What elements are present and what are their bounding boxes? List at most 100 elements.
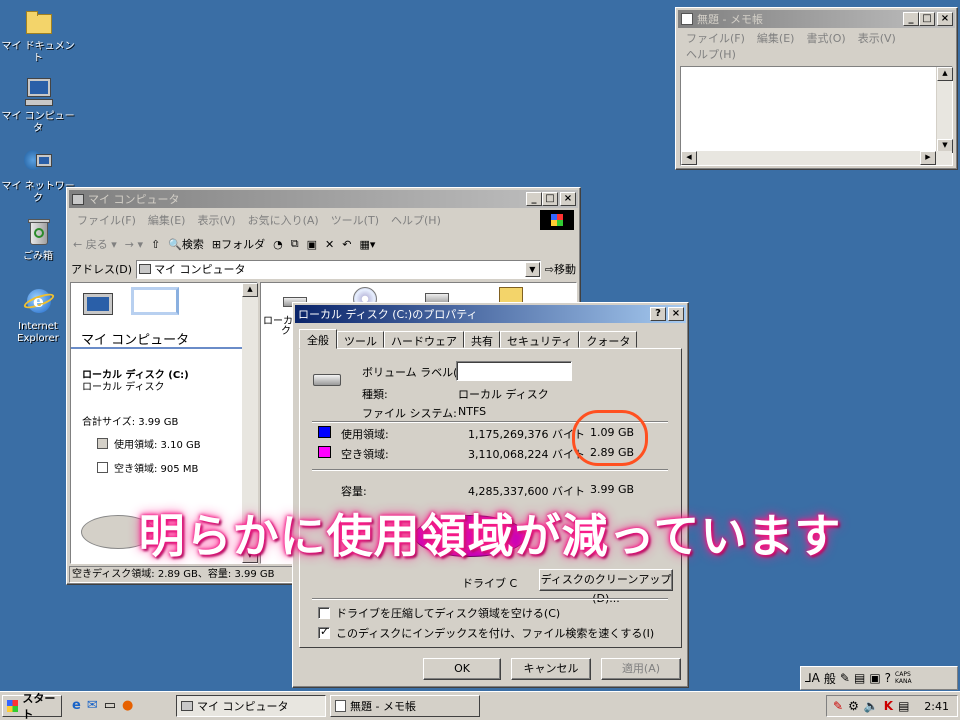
menu-edit[interactable]: 編集(E) [751, 31, 801, 47]
ime-tool-icon[interactable]: ✎ [840, 671, 850, 685]
menu-view[interactable]: 表示(V) [852, 31, 902, 47]
show-desktop-icon[interactable]: ▭ [104, 698, 116, 713]
notepad-window[interactable]: 無題 - メモ帳 _ □ × ファイル(F) 編集(E) 書式(O) 表示(V)… [675, 7, 958, 170]
tab-security[interactable]: セキュリティ [500, 331, 580, 348]
network-tray-icon[interactable]: ⚙ [848, 699, 859, 713]
clock[interactable]: 2:41 [924, 700, 957, 713]
antivirus-icon[interactable]: K [884, 699, 893, 713]
copy-to-icon[interactable]: ▣ [307, 238, 317, 251]
close-button[interactable]: × [668, 307, 684, 321]
outlook-icon[interactable]: ✉ [87, 698, 98, 713]
minimize-button[interactable]: _ [526, 192, 542, 206]
close-button[interactable]: × [937, 12, 953, 26]
help-button[interactable]: ? [650, 307, 666, 321]
used-space-row: 使用領域: 3.10 GB [97, 436, 201, 451]
free-space-swatch [318, 446, 331, 458]
display-icon[interactable]: ▤ [898, 699, 909, 713]
tab-hardware[interactable]: ハードウェア [384, 331, 464, 348]
ok-button[interactable]: OK [423, 658, 501, 680]
notepad-menubar: ファイル(F) 編集(E) 書式(O) 表示(V) ヘルプ(H) [676, 30, 906, 64]
tab-quota[interactable]: クォータ [579, 331, 638, 348]
address-dropdown-icon[interactable]: ▼ [524, 261, 540, 277]
compress-option[interactable]: ドライブを圧縮してディスク領域を空ける(C) [318, 605, 560, 621]
scroll-up-button[interactable]: ▲ [242, 283, 258, 297]
menu-file[interactable]: ファイル(F) [680, 31, 751, 47]
folder-icon [22, 6, 54, 38]
notepad-text-area[interactable]: ▲ ▼ ◀ ▶ [680, 66, 953, 166]
ime-dict-icon[interactable]: ▤ [854, 671, 865, 685]
compress-checkbox[interactable] [318, 607, 330, 619]
views-icon[interactable]: ▦▾ [359, 238, 375, 251]
ime-help-icon[interactable]: ? [885, 671, 891, 685]
menu-file[interactable]: ファイル(F) [71, 211, 142, 229]
scroll-right-button[interactable]: ▶ [920, 151, 936, 165]
maximize-button[interactable]: □ [919, 12, 935, 26]
up-folder-icon[interactable]: ⇧ [151, 238, 160, 251]
index-checkbox[interactable] [318, 625, 330, 639]
divider [312, 469, 668, 471]
drive-letter-label: ドライブ C [462, 577, 518, 590]
menu-view[interactable]: 表示(V) [191, 211, 241, 229]
tab-sharing[interactable]: 共有 [464, 331, 500, 348]
desktop-icon-recycle-bin[interactable]: ごみ箱 [0, 216, 76, 263]
desktop-icon-my-computer[interactable]: マイ コンピュータ [0, 76, 76, 135]
scroll-up-button[interactable]: ▲ [937, 67, 953, 81]
menu-help[interactable]: ヘルプ(H) [680, 47, 742, 63]
properties-titlebar[interactable]: ローカル ディスク (C:)のプロパティ ? × [295, 305, 686, 323]
disk-cleanup-button[interactable]: ディスクのクリーンアップ(D)... [539, 569, 673, 605]
vertical-scrollbar[interactable]: ▲ ▼ [936, 67, 953, 153]
menu-format[interactable]: 書式(O) [800, 31, 851, 47]
minimize-button[interactable]: _ [903, 12, 919, 26]
free-space-bytes: 3,110,068,224 バイト [468, 448, 585, 461]
notepad-titlebar[interactable]: 無題 - メモ帳 _ □ × [678, 10, 955, 28]
desktop-icon-network[interactable]: マイ ネットワーク [0, 146, 76, 205]
tab-tools[interactable]: ツール [337, 331, 384, 348]
apply-button[interactable]: 適用(A) [601, 658, 681, 680]
search-button[interactable]: 🔍検索 [168, 236, 204, 252]
task-notepad[interactable]: 無題 - メモ帳 [330, 695, 480, 717]
go-button[interactable]: ⇨移動 [545, 261, 576, 277]
address-input[interactable]: マイ コンピュータ ▼ [136, 259, 541, 279]
scroll-left-button[interactable]: ◀ [681, 151, 697, 165]
menu-help[interactable]: ヘルプ(H) [385, 211, 447, 229]
volume-icon[interactable]: 🔈 [864, 699, 879, 713]
delete-icon[interactable]: ✕ [325, 238, 334, 251]
volume-label-input[interactable] [456, 361, 572, 381]
ime-mode-icon[interactable]: ⅃A [805, 671, 820, 685]
recycle-bin-icon [22, 216, 54, 248]
ime-pad-icon[interactable]: ▣ [869, 671, 880, 685]
horizontal-scrollbar[interactable]: ◀ ▶ [681, 151, 952, 165]
menu-edit[interactable]: 編集(E) [142, 211, 192, 229]
desktop-icon-internet-explorer[interactable]: e Internet Explorer [0, 286, 76, 345]
undo-icon[interactable]: ↶ [342, 238, 351, 251]
firefox-icon[interactable]: ● [122, 698, 133, 713]
index-option[interactable]: このディスクにインデックスを付け、ファイル検索を速くする(I) [318, 625, 654, 641]
explorer-titlebar[interactable]: マイ コンピュータ _ □ × [69, 190, 578, 208]
move-to-icon[interactable]: ⧉ [291, 237, 299, 251]
ie-icon[interactable]: e [72, 698, 81, 713]
back-button[interactable]: ← 戻る ▾ [73, 236, 117, 252]
desktop-icon-my-documents[interactable]: マイ ドキュメント [0, 6, 76, 65]
desktop-icon-label: マイ ドキュメント [1, 41, 75, 64]
history-icon[interactable]: ◔ [273, 238, 283, 251]
menu-tools[interactable]: ツール(T) [325, 211, 385, 229]
windows-flag-icon [7, 700, 19, 712]
menu-favorites[interactable]: お気に入り(A) [242, 211, 325, 229]
folders-button[interactable]: ⊞フォルダ [212, 236, 265, 252]
maximize-button[interactable]: □ [542, 192, 558, 206]
fs-value: NTFS [458, 405, 487, 418]
task-my-computer[interactable]: マイ コンピュータ [176, 695, 326, 717]
tab-strip: 全般 ツール ハードウェア 共有 セキュリティ クォータ [299, 328, 638, 349]
properties-dialog[interactable]: ローカル ディスク (C:)のプロパティ ? × 全般 ツール ハードウェア 共… [292, 302, 689, 688]
start-button[interactable]: スタート [2, 692, 62, 720]
pen-icon[interactable]: ✎ [833, 699, 843, 713]
used-space-legend [97, 438, 108, 449]
desktop-icon-label: Internet Explorer [17, 321, 59, 344]
ie-icon: e [22, 286, 56, 318]
ime-input-label[interactable]: 般 [824, 670, 836, 687]
close-button[interactable]: × [560, 192, 576, 206]
tab-general[interactable]: 全般 [299, 329, 337, 349]
cancel-button[interactable]: キャンセル [511, 658, 591, 680]
type-label: 種類: [362, 388, 388, 401]
forward-button[interactable]: → ▾ [125, 238, 143, 251]
